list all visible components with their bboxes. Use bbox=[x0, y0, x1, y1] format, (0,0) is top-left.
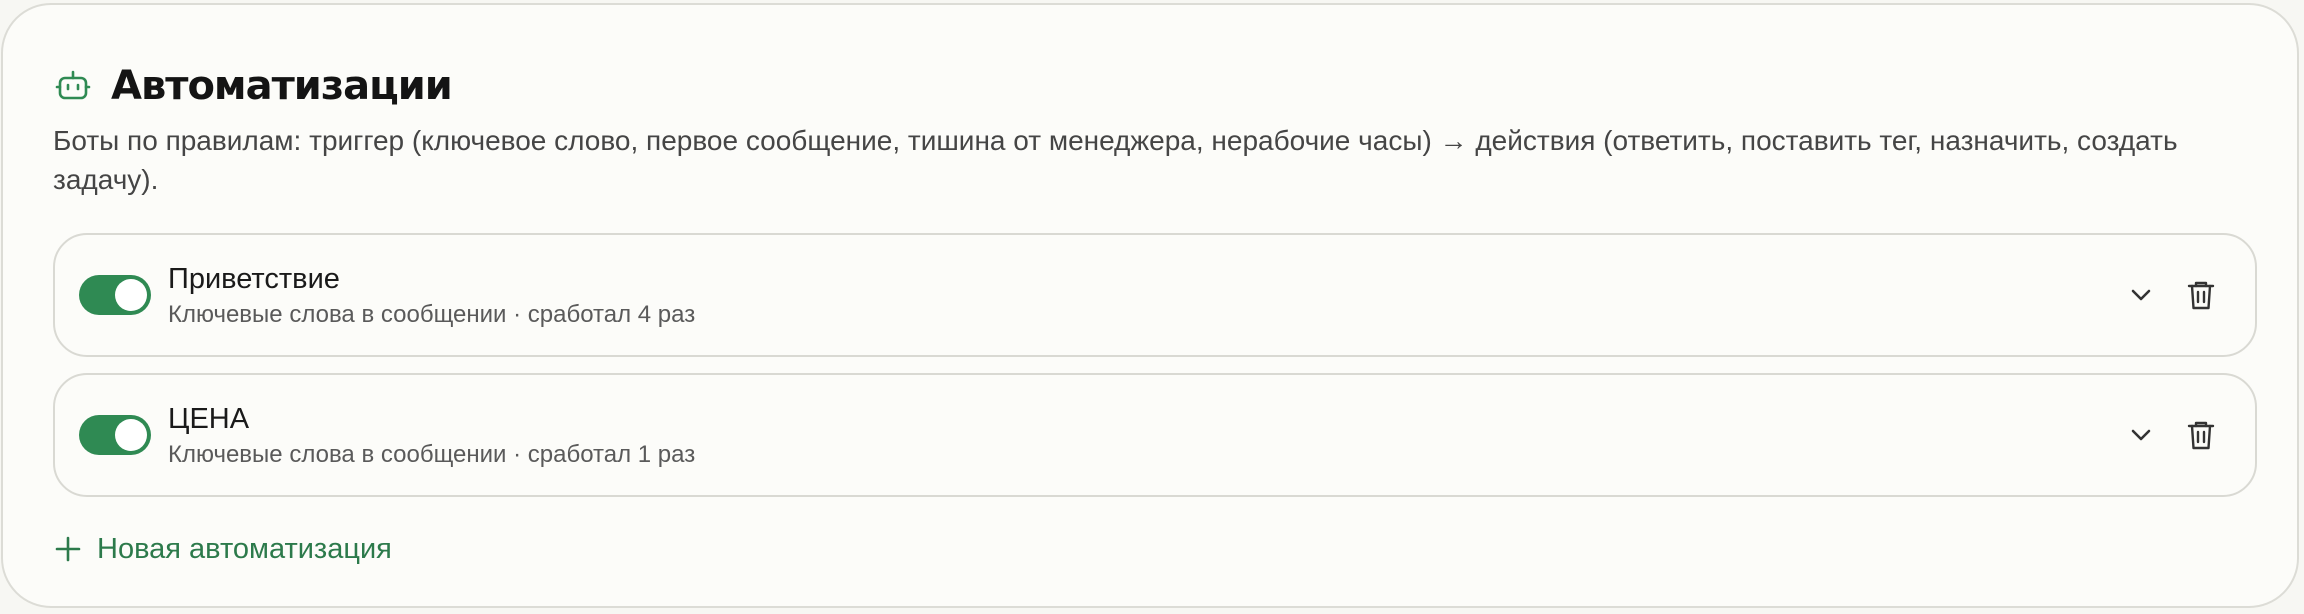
robot-icon bbox=[55, 68, 91, 104]
new-automation-button[interactable]: Новая автоматизация bbox=[53, 529, 392, 569]
toggle-knob bbox=[115, 419, 147, 451]
rule-meta: Ключевые слова в сообщении · сработал 1 … bbox=[168, 441, 696, 468]
rule-name: ЦЕНА bbox=[168, 403, 250, 435]
plus-icon bbox=[53, 534, 83, 564]
page-title: Автоматизации bbox=[111, 63, 453, 109]
chevron-down-icon[interactable] bbox=[2125, 419, 2157, 451]
rule-enabled-toggle[interactable] bbox=[79, 415, 151, 455]
trash-icon[interactable] bbox=[2183, 277, 2219, 313]
rule-name: Приветствие bbox=[168, 263, 340, 295]
automations-card: Автоматизации Боты по правилам: триггер … bbox=[1, 3, 2299, 608]
chevron-down-icon[interactable] bbox=[2125, 279, 2157, 311]
automation-rule: ЦЕНА Ключевые слова в сообщении · сработ… bbox=[53, 373, 2257, 497]
automation-rule: Приветствие Ключевые слова в сообщении ·… bbox=[53, 233, 2257, 357]
toggle-knob bbox=[115, 279, 147, 311]
rule-enabled-toggle[interactable] bbox=[79, 275, 151, 315]
trash-icon[interactable] bbox=[2183, 417, 2219, 453]
section-description: Боты по правилам: триггер (ключевое слов… bbox=[53, 125, 2178, 195]
section-header: Автоматизации bbox=[55, 61, 453, 111]
new-automation-label: Новая автоматизация bbox=[97, 532, 392, 565]
rule-meta: Ключевые слова в сообщении · сработал 4 … bbox=[168, 301, 696, 328]
